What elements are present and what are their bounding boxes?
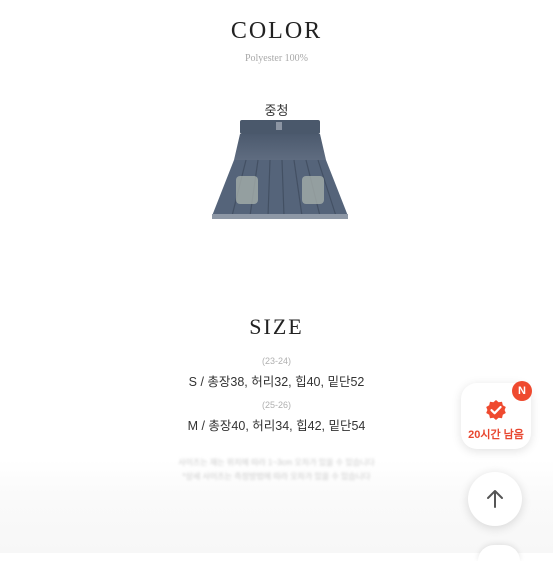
product-detail-page: COLOR Polyester 100% 중청 SIZE (23-24) S /…	[0, 0, 553, 561]
time-remaining-text: 20시간 남음	[468, 429, 524, 441]
size-range-s: (23-24)	[261, 356, 291, 366]
size-note-line-2: *상세 사이즈는 측정방법에 따라 오차가 있을 수 있습니다	[182, 472, 371, 481]
verified-check-icon	[486, 400, 506, 420]
size-heading: SIZE	[249, 314, 304, 339]
material-text: Polyester 100%	[244, 53, 309, 64]
denim-skirt-image	[212, 120, 348, 219]
arrow-up-icon	[487, 490, 503, 508]
notification-badge: N	[512, 381, 532, 401]
size-note-line-1: 사이즈는 재는 위치에 따라 1~3cm 오차가 있을 수 있습니다	[178, 458, 375, 467]
partial-floating-button[interactable]	[478, 545, 520, 561]
scroll-to-top-button[interactable]	[468, 472, 522, 526]
color-heading: COLOR	[230, 18, 323, 44]
